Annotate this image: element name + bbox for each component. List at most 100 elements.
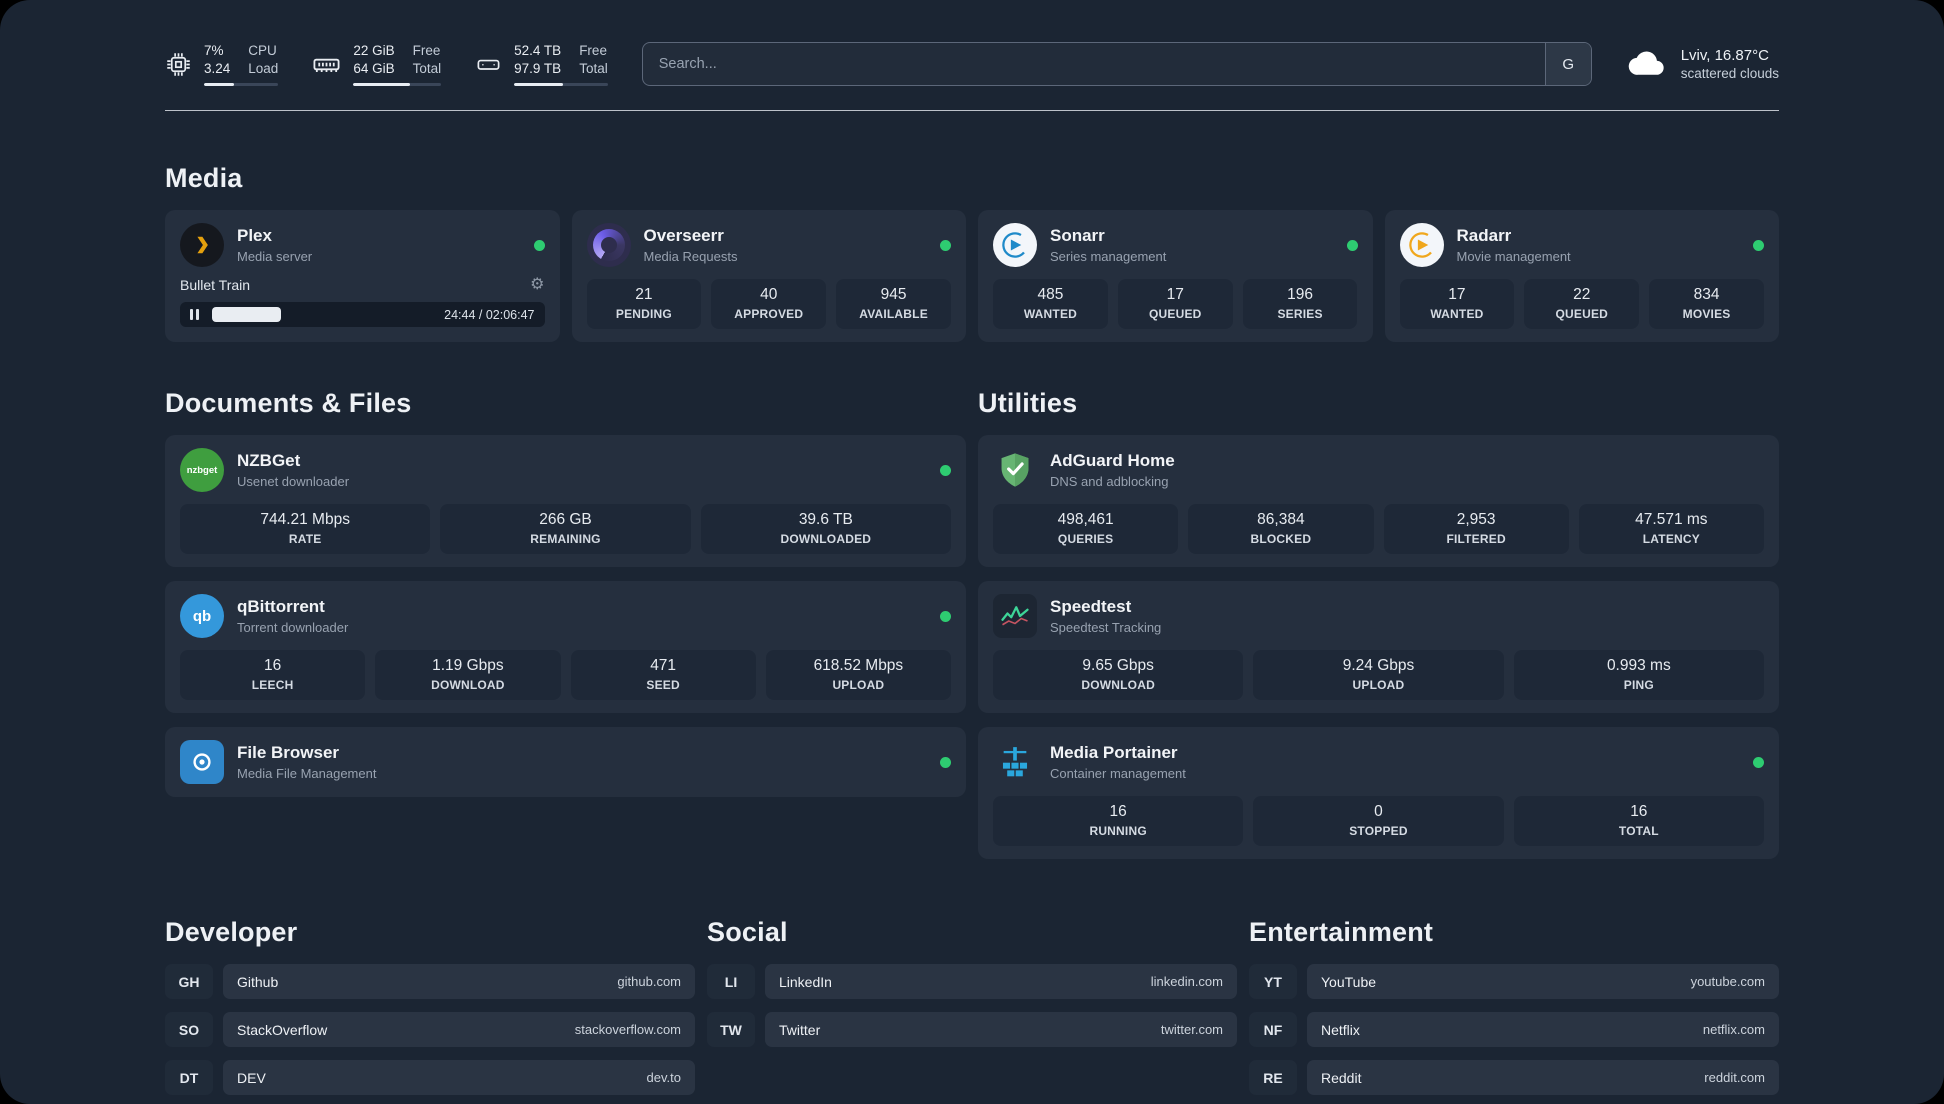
- stat-tile: 22 QUEUED: [1524, 279, 1640, 329]
- utilities-section-title: Utilities: [978, 388, 1078, 418]
- radarr-card[interactable]: Radarr Movie management 17 WANTED 22 QUE…: [1384, 210, 1779, 342]
- stat-tile: 0 STOPPED: [1253, 796, 1504, 846]
- speedtest-name: Speedtest: [1050, 596, 1132, 616]
- speedtest-icon: [993, 594, 1037, 638]
- stat-tile: 47.571 ms LATENCY: [1578, 504, 1764, 554]
- stat-value: 9.65 Gbps: [1082, 657, 1154, 674]
- stat-label: MOVIES: [1682, 307, 1731, 321]
- plex-card[interactable]: Plex Media server Bullet Train ⚙ 24:44 /…: [165, 210, 560, 342]
- radarr-name: Radarr: [1456, 225, 1512, 245]
- filebrowser-subtitle: Media File Management: [237, 765, 377, 781]
- plex-subtitle: Media server: [237, 248, 313, 264]
- link-name: DEV: [237, 1069, 266, 1086]
- plex-playback-time: 24:44 / 02:06:47: [444, 307, 535, 322]
- qbittorrent-status-dot: [940, 610, 951, 622]
- link-name: StackOverflow: [237, 1021, 328, 1038]
- filebrowser-card[interactable]: File Browser Media File Management: [165, 727, 966, 797]
- pause-icon[interactable]: [190, 309, 199, 320]
- linkedin-link[interactable]: LinkedIn linkedin.com: [765, 964, 1237, 999]
- stat-value: 16: [1109, 803, 1127, 820]
- cpu-progress-bar: [204, 83, 279, 86]
- twitter-link[interactable]: Twitter twitter.com: [765, 1012, 1237, 1047]
- cpu-usage-value: 7%: [204, 43, 224, 58]
- nzbget-status-dot: [940, 464, 951, 476]
- adguard-subtitle: DNS and adblocking: [1050, 473, 1169, 489]
- stat-label: RATE: [288, 532, 322, 546]
- stat-value: 17: [1166, 286, 1184, 303]
- stat-tile: 39.6 TB DOWNLOADED: [700, 504, 951, 554]
- qbittorrent-subtitle: Torrent downloader: [237, 619, 349, 635]
- disk-metric: 52.4 TB Free 97.9 TB Total: [475, 42, 608, 86]
- link-name: Github: [237, 973, 279, 990]
- stat-label: BLOCKED: [1250, 532, 1312, 546]
- ram-free-label: Free: [412, 43, 441, 58]
- qbittorrent-card[interactable]: qb qBittorrent Torrent downloader 16 LEE…: [165, 581, 966, 713]
- stat-label: FILTERED: [1446, 532, 1506, 546]
- utilities-column: Utilities AdGuard Home DNS and adblockin…: [978, 342, 1779, 859]
- topbar: 7% CPU 3.24 Load 22 GiB Free 64 GiB Tota…: [165, 42, 1779, 86]
- youtube-abbr: YT: [1249, 964, 1297, 999]
- stat-value: 498,461: [1057, 511, 1114, 528]
- link-row-linkedin: LI LinkedIn linkedin.com: [707, 964, 1237, 999]
- stat-label: AVAILABLE: [859, 307, 928, 321]
- link-name: LinkedIn: [779, 973, 832, 990]
- netflix-link[interactable]: Netflix netflix.com: [1307, 1012, 1779, 1047]
- reddit-abbr: RE: [1249, 1060, 1297, 1095]
- stat-label: LEECH: [251, 678, 294, 692]
- stat-value: 16: [1630, 803, 1648, 820]
- stat-label: UPLOAD: [1352, 678, 1405, 692]
- disk-free-value: 52.4 TB: [514, 43, 562, 58]
- cpu-load-value: 3.24: [204, 61, 231, 76]
- dev-link[interactable]: DEV dev.to: [223, 1060, 695, 1095]
- link-url: dev.to: [646, 1070, 681, 1085]
- stat-tile: 834 MOVIES: [1649, 279, 1764, 329]
- stat-label: QUEUED: [1148, 307, 1202, 321]
- plex-seek-bar[interactable]: 24:44 / 02:06:47: [180, 302, 545, 327]
- link-url: twitter.com: [1160, 1022, 1223, 1037]
- portainer-icon: [993, 740, 1037, 784]
- filebrowser-icon: [180, 740, 224, 784]
- adguard-card[interactable]: AdGuard Home DNS and adblocking 498,461 …: [978, 435, 1779, 567]
- developer-section-title: Developer: [165, 917, 298, 947]
- sonarr-icon: [993, 223, 1037, 267]
- reddit-link[interactable]: Reddit reddit.com: [1307, 1060, 1779, 1095]
- stat-value: 0: [1374, 803, 1383, 820]
- stackoverflow-link[interactable]: StackOverflow stackoverflow.com: [223, 1012, 695, 1047]
- speedtest-card[interactable]: Speedtest Speedtest Tracking 9.65 Gbps D…: [978, 581, 1779, 713]
- qbittorrent-icon: qb: [180, 594, 224, 638]
- stat-tile: 17 WANTED: [1399, 279, 1515, 329]
- github-link[interactable]: Github github.com: [223, 964, 695, 999]
- now-playing-title: Bullet Train: [180, 277, 251, 293]
- portainer-card[interactable]: Media Portainer Container management 16 …: [978, 727, 1779, 859]
- youtube-link[interactable]: YouTube youtube.com: [1307, 964, 1779, 999]
- stat-label: PENDING: [615, 307, 672, 321]
- filebrowser-status-dot: [940, 756, 951, 768]
- search-engine-button[interactable]: G: [1544, 43, 1591, 85]
- link-url: github.com: [617, 974, 681, 989]
- link-name: Reddit: [1321, 1069, 1362, 1086]
- overseerr-card[interactable]: Overseerr Media Requests 21 PENDING 40 A…: [571, 210, 966, 342]
- stat-value: 21: [635, 286, 653, 303]
- stat-value: 40: [760, 286, 778, 303]
- media-section-title: Media: [165, 163, 243, 193]
- disk-total-value: 97.9 TB: [514, 61, 562, 76]
- ram-progress-bar: [353, 83, 442, 86]
- stat-tile: 16 TOTAL: [1513, 796, 1764, 846]
- social-links-column: Social LI LinkedIn linkedin.com TW Twitt…: [707, 859, 1237, 1060]
- link-row-stackoverflow: SO StackOverflow stackoverflow.com: [165, 1012, 695, 1047]
- disk-icon: [475, 51, 502, 78]
- weather-widget: Lviv, 16.87°C scattered clouds: [1626, 46, 1779, 83]
- stat-tile: 21 PENDING: [586, 279, 702, 329]
- stat-label: LATENCY: [1642, 532, 1700, 546]
- stat-tile: 1.19 Gbps DOWNLOAD: [375, 650, 561, 700]
- cpu-metric: 7% CPU 3.24 Load: [165, 42, 279, 86]
- stat-value: 22: [1573, 286, 1591, 303]
- nzbget-name: NZBGet: [237, 450, 301, 470]
- stat-value: 471: [650, 657, 677, 674]
- gear-icon[interactable]: ⚙: [530, 277, 544, 293]
- link-url: reddit.com: [1704, 1070, 1765, 1085]
- search-input[interactable]: [642, 56, 1545, 72]
- nzbget-card[interactable]: nzbget NZBGet Usenet downloader 744.21 M…: [165, 435, 966, 567]
- overseerr-subtitle: Media Requests: [643, 248, 738, 264]
- sonarr-card[interactable]: Sonarr Series management 485 WANTED 17 Q…: [978, 210, 1373, 342]
